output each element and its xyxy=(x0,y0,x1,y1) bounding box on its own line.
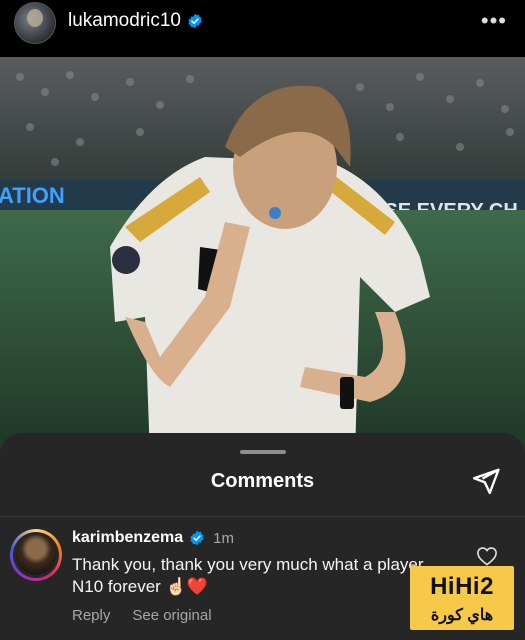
comment-timestamp: 1m xyxy=(213,529,235,547)
more-horizontal-icon[interactable]: ••• xyxy=(481,8,507,34)
banner-left-text: ATION xyxy=(0,183,65,208)
verified-badge-icon xyxy=(190,530,204,546)
profile-avatar[interactable] xyxy=(14,2,56,44)
reply-button[interactable]: Reply xyxy=(72,607,110,624)
post-username[interactable]: lukamodric10 xyxy=(68,10,203,32)
commenter-avatar[interactable] xyxy=(10,529,62,581)
watermark-top-text: HiHi2 xyxy=(430,573,494,600)
commenter-avatar-image xyxy=(16,535,56,575)
comment-text: Thank you, thank you very much what a pl… xyxy=(72,555,424,596)
post-photo-illustration: ATION USE EVERY CH xyxy=(0,57,525,457)
post-header: lukamodric10 ••• xyxy=(0,0,525,52)
comment-header: karimbenzema 1m xyxy=(72,529,234,547)
username-label: lukamodric10 xyxy=(68,10,181,31)
watermark-bottom-text: هاي كورة xyxy=(430,607,494,624)
comment-actions: Reply See original xyxy=(72,607,212,624)
see-original-button[interactable]: See original xyxy=(132,607,211,624)
verified-badge-icon xyxy=(188,13,202,29)
commenter-username[interactable]: karimbenzema xyxy=(72,529,183,547)
post-photo: ATION USE EVERY CH xyxy=(0,57,525,457)
heart-icon[interactable] xyxy=(476,546,498,566)
watermark-logo: HiHi2 هاي كورة xyxy=(410,566,514,630)
